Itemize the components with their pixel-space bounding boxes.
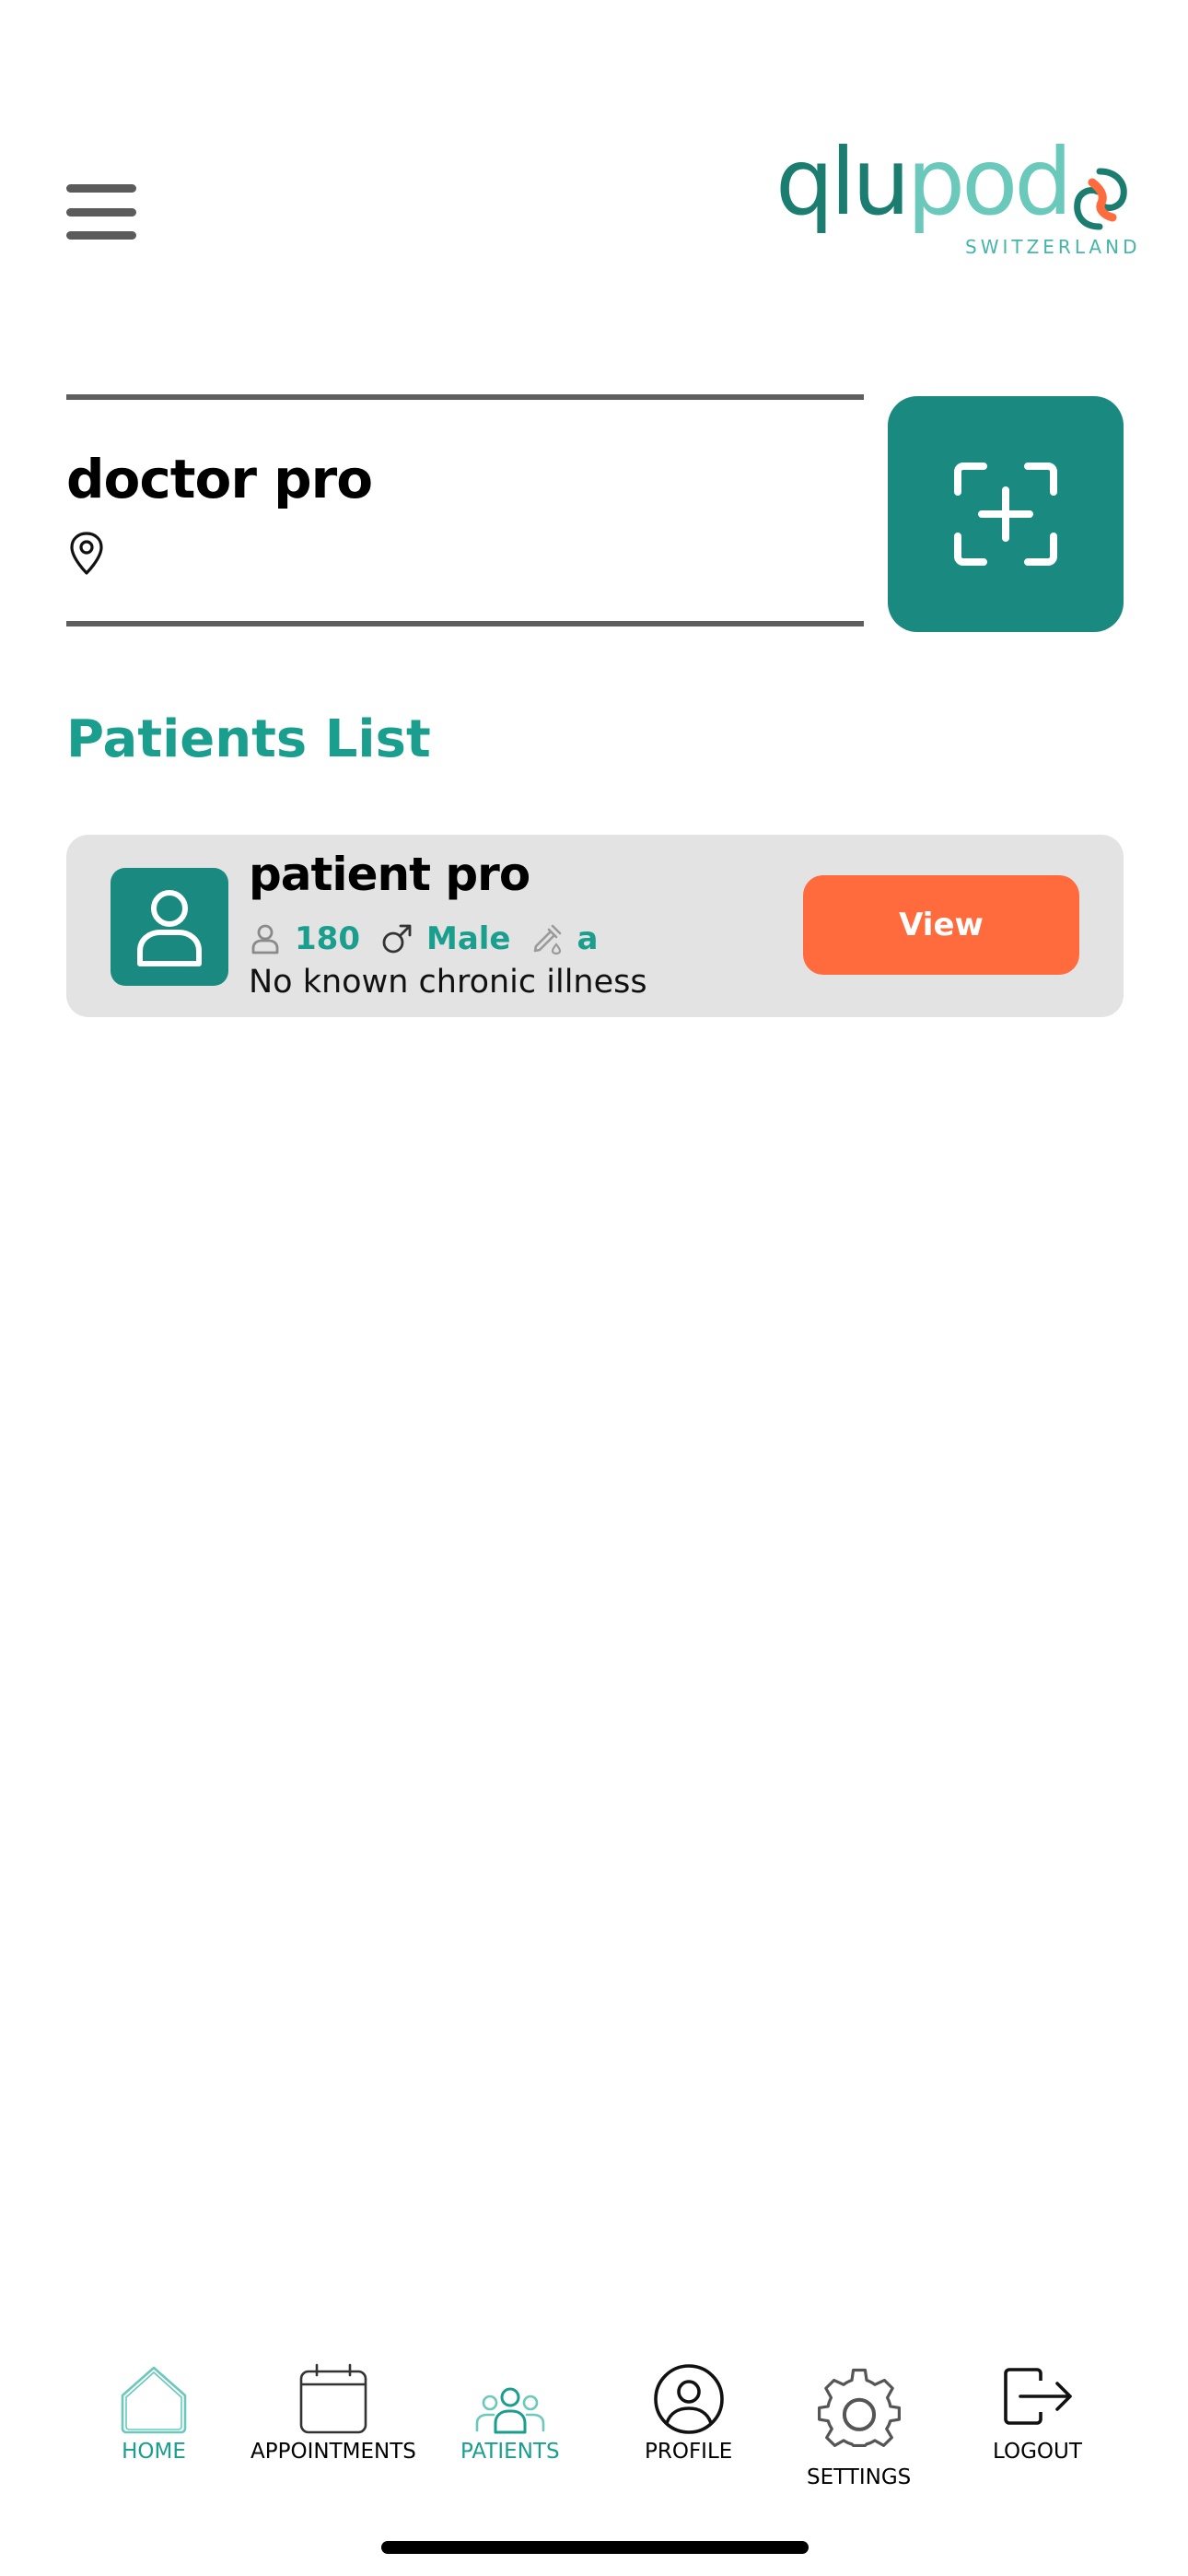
nav-patients[interactable]: PATIENTS [460,2362,560,2464]
blood-dropper-icon [534,924,562,955]
app-logo: qlupod SWITZERLAND [775,136,1136,263]
nav-logout[interactable]: LOGOUT [993,2362,1082,2464]
menu-bar [66,231,136,240]
logo-subtitle: SWITZERLAND [965,236,1141,258]
bottom-nav: HOME APPOINTMENTS PATIENTS PROFILE SETTI… [0,2331,1188,2497]
doctor-name: doctor pro [66,448,373,510]
nav-settings[interactable]: SETTINGS [807,2362,911,2489]
menu-bar [66,207,136,217]
patient-gender: Male [425,920,511,957]
patient-condition: No known chronic illness [249,964,647,1001]
person-outline-icon [251,924,279,954]
view-patient-button[interactable]: View [803,875,1079,975]
gear-icon [817,2368,901,2447]
male-icon [382,924,412,954]
scan-add-button[interactable] [888,396,1124,632]
nav-appointments[interactable]: APPOINTMENTS [250,2362,416,2464]
logout-icon [1004,2368,1073,2425]
menu-button[interactable] [66,184,136,240]
patients-icon [475,2387,545,2434]
patient-height: 180 [295,920,360,957]
logo-word: qlupod [775,128,1073,236]
patients-list-title: Patients List [66,709,431,769]
patient-meta: 180 Male a [249,916,618,962]
nav-patients-label: PATIENTS [460,2440,560,2464]
home-indicator [381,2541,809,2554]
nav-home-label: HOME [122,2440,186,2464]
person-icon [137,890,202,966]
nav-profile-label: PROFILE [645,2440,733,2464]
nav-home[interactable]: HOME [112,2362,195,2464]
logo-mark-icon [1074,168,1127,230]
location-pin-icon [70,532,103,575]
menu-bar [66,184,136,193]
patient-card: patient pro 180 Male a No known chronic … [66,835,1124,1017]
nav-logout-label: LOGOUT [993,2440,1082,2464]
profile-icon [653,2364,724,2434]
calendar-icon [299,2363,367,2434]
patient-avatar [111,868,228,986]
nav-settings-label: SETTINGS [807,2465,912,2489]
nav-profile[interactable]: PROFILE [645,2362,732,2464]
doctor-card: doctor pro [66,394,864,626]
nav-appointments-label: APPOINTMENTS [250,2440,416,2464]
scan-plus-icon [954,463,1057,566]
home-icon [121,2366,187,2434]
patient-blood-type: a [577,920,599,957]
patient-name: patient pro [249,848,530,901]
